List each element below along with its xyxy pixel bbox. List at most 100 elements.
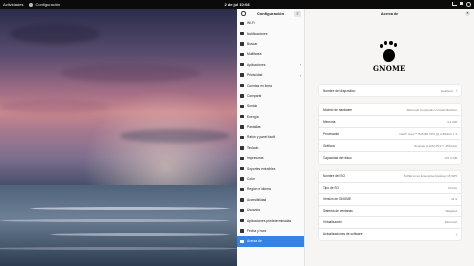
info-value: Microsoft Corporation Virtual Machine xyxy=(406,107,457,112)
sidebar-item-icon xyxy=(240,146,244,150)
chevron-right-icon: › xyxy=(299,72,301,78)
sidebar-item[interactable]: Aplicaciones › xyxy=(237,60,304,70)
sidebar-item-label: Soportes extraíbles xyxy=(247,166,276,171)
system-menu[interactable] xyxy=(452,2,471,7)
sidebar-item-label: Cuentas en línea xyxy=(247,83,272,88)
sidebar-item-icon xyxy=(240,239,244,244)
sidebar-item-icon xyxy=(240,115,244,119)
sidebar-item-icon xyxy=(240,177,244,181)
close-button[interactable]: × xyxy=(465,11,470,16)
sidebar-item[interactable]: Ratón y panel táctil xyxy=(237,132,304,142)
info-value: Microsoft xyxy=(444,220,457,225)
chevron-right-icon: › xyxy=(455,231,457,237)
sidebar-item-label: Sonido xyxy=(247,104,258,109)
sidebar-item[interactable]: Fecha y hora xyxy=(237,226,304,236)
search-icon xyxy=(241,11,246,16)
sidebar-item[interactable]: Color xyxy=(237,174,304,184)
sidebar-item-label: Región e idioma xyxy=(247,187,271,192)
sidebar-item[interactable]: Acerca de xyxy=(237,236,304,247)
sidebar-item[interactable]: Pantallas xyxy=(237,122,304,132)
info-row: Sistema de ventanas Wayland xyxy=(319,206,461,217)
sidebar-item-icon xyxy=(240,104,244,109)
device-name-value: localhost xyxy=(440,88,453,93)
sidebar-item[interactable]: Cuentas en línea xyxy=(237,80,304,90)
info-row[interactable]: Actualizaciones de software › xyxy=(319,229,461,241)
sidebar-item[interactable]: Privacidad › xyxy=(237,70,304,80)
info-label: Capacidad del disco xyxy=(323,156,352,160)
gnome-logo-text: GNOME xyxy=(373,64,406,73)
info-value: 64 bits xyxy=(448,185,457,190)
sidebar-item[interactable]: Wi-Fi xyxy=(237,18,304,28)
clock[interactable]: 2 de jul 10:08 xyxy=(224,2,249,7)
info-label: Virtualización xyxy=(323,220,342,225)
info-row: Gráficos llvmpipe (LLVM 15.0.7, 256 bits) xyxy=(319,140,461,152)
about-panel: Acerca de × GNOME Nombre del dispositivo… xyxy=(305,9,474,266)
sidebar-item-label: Usuarios xyxy=(247,208,261,213)
info-value: 137,4 GB xyxy=(444,156,457,160)
info-label: Memoria xyxy=(323,119,336,124)
sidebar-item[interactable]: Usuarios xyxy=(237,205,304,215)
chevron-right-icon: › xyxy=(455,88,457,93)
sidebar-item[interactable]: Multitarea xyxy=(237,49,304,59)
sidebar-item[interactable]: Compartir xyxy=(237,91,304,101)
info-value: Wayland xyxy=(445,208,457,213)
sidebar-item[interactable]: Accesibilidad xyxy=(237,195,304,205)
sidebar-item-label: Acerca de xyxy=(247,239,262,244)
sidebar-item-label: Pantallas xyxy=(247,125,261,130)
sidebar-title: Configuración xyxy=(256,11,285,16)
sidebar-item[interactable]: Región e idioma xyxy=(237,184,304,194)
panel-title: Acerca de xyxy=(380,11,399,16)
sidebar-item-label: Multitarea xyxy=(247,52,262,57)
info-row: Virtualización Microsoft xyxy=(319,217,461,229)
sidebar-item[interactable]: Aplicaciones predeterminadas xyxy=(237,215,304,225)
app-menu[interactable]: Configuración xyxy=(29,2,60,7)
sidebar-item-icon xyxy=(240,208,244,212)
sidebar-item-icon xyxy=(240,73,244,77)
sidebar-item-icon xyxy=(240,156,244,160)
info-value: Intel® Core™ i5-8400 CPU @ 2,80GHz × 4 xyxy=(399,131,457,136)
hamburger-icon: ≡ xyxy=(296,11,299,16)
sidebar-item-label: Aplicaciones predeterminadas xyxy=(247,218,292,223)
sidebar-item[interactable]: Soportes extraíbles xyxy=(237,163,304,173)
gnome-foot-icon xyxy=(379,41,399,63)
menu-button[interactable]: ≡ xyxy=(293,10,301,17)
info-row: Tipo de SO 64 bits xyxy=(319,183,461,194)
sidebar-item-icon xyxy=(240,31,244,36)
power-icon xyxy=(466,2,471,7)
sidebar-item-label: Fecha y hora xyxy=(247,229,267,233)
sidebar-item-icon xyxy=(240,229,244,233)
sidebar-item-label: Compartir xyxy=(247,93,262,98)
activities-button[interactable]: Actividades xyxy=(3,2,23,7)
sidebar-item[interactable]: Notificaciones xyxy=(237,28,304,38)
close-icon: × xyxy=(466,11,469,15)
sidebar-item-icon xyxy=(240,218,244,223)
info-row: Memoria 4,0 GiB xyxy=(319,116,461,128)
sidebar-item-label: Teclado xyxy=(247,145,259,150)
sidebar-item[interactable]: Teclado xyxy=(237,143,304,153)
search-button[interactable] xyxy=(240,11,247,17)
sidebar-item[interactable]: Sonido xyxy=(237,101,304,111)
info-label: Actualizaciones de software xyxy=(323,232,363,237)
sidebar-item-icon xyxy=(240,135,244,140)
info-row: Modelo de hardware Microsoft Corporation … xyxy=(319,104,461,116)
sidebar-item[interactable]: Energía xyxy=(237,112,304,122)
info-value: 41.9 xyxy=(451,197,457,202)
info-value: SUSE Linux Enterprise Desktop 15 SP5 xyxy=(403,174,457,179)
sidebar-item-label: Wi-Fi xyxy=(247,21,255,26)
device-name-card[interactable]: Nombre del dispositivo localhost › xyxy=(319,85,461,96)
sidebar-item-label: Color xyxy=(247,177,255,182)
sidebar-item-icon xyxy=(240,83,244,88)
app-menu-label: Configuración xyxy=(35,2,61,7)
sidebar-item[interactable]: Buscar xyxy=(237,39,304,49)
settings-sidebar: Configuración ≡ Wi-Fi Notificaciones Busca… xyxy=(237,9,305,266)
sidebar-item-label: Impresoras xyxy=(247,156,264,161)
sidebar-item-icon xyxy=(240,187,244,192)
sidebar-list: Wi-Fi Notificaciones Buscar Multitarea Aplic… xyxy=(237,18,304,247)
device-name-label: Nombre del dispositivo xyxy=(323,88,356,93)
sidebar-item[interactable]: Impresoras xyxy=(237,153,304,163)
device-name-row[interactable]: Nombre del dispositivo localhost › xyxy=(319,85,461,96)
top-bar: Actividades Configuración 2 de jul 10:08 xyxy=(0,0,474,9)
sidebar-item-label: Ratón y panel táctil xyxy=(247,135,276,140)
gnome-logo: GNOME xyxy=(373,41,405,77)
sidebar-item-icon xyxy=(240,198,244,202)
